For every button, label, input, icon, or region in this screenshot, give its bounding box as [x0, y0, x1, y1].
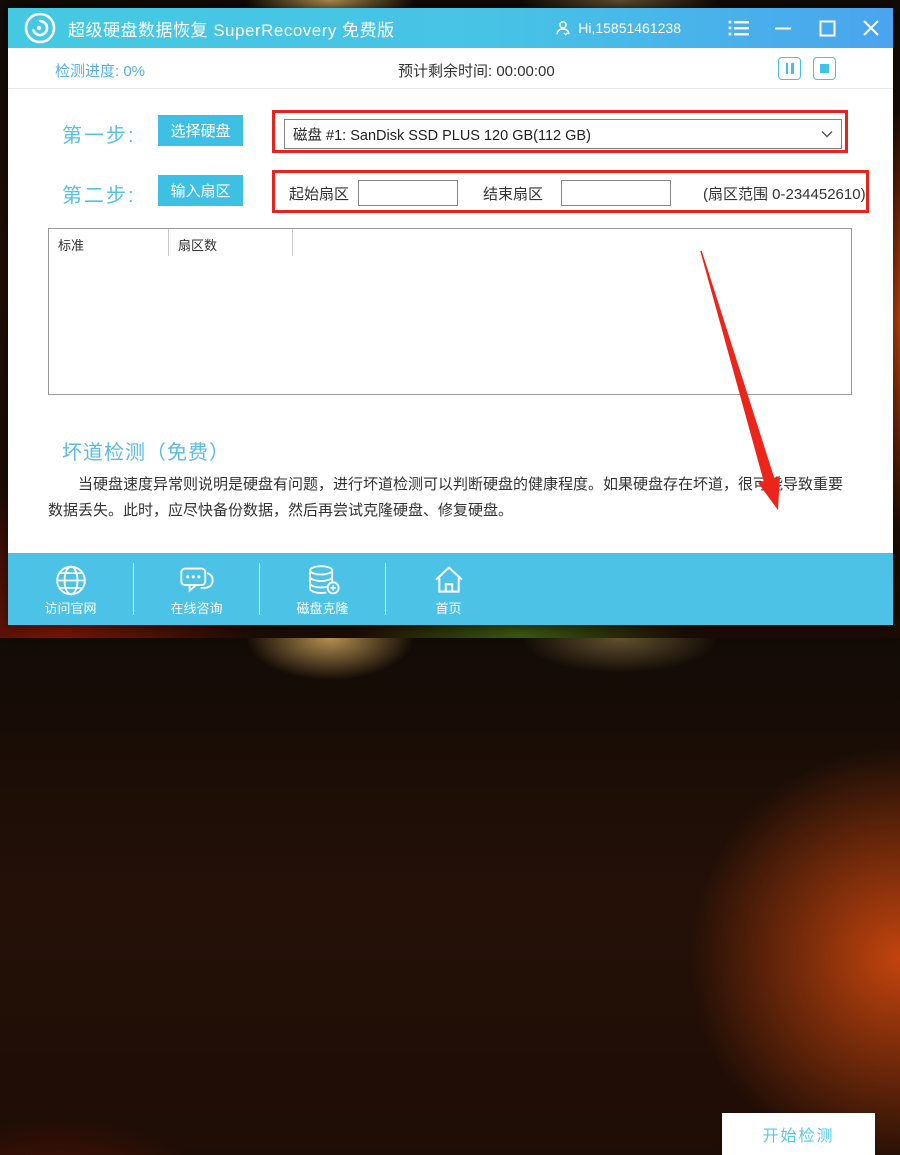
- sector-range-hint: (扇区范围 0-234452610): [703, 183, 866, 204]
- toolbar-label: 磁盘克隆: [296, 598, 348, 617]
- column-header-sector-count[interactable]: 扇区数: [169, 229, 293, 256]
- results-table: 标准 扇区数: [48, 228, 852, 395]
- step2-label: 第二步:: [62, 179, 136, 208]
- pause-button[interactable]: [778, 57, 801, 80]
- home-icon: [430, 563, 468, 598]
- column-header-standard[interactable]: 标准: [49, 229, 169, 256]
- select-disk-button[interactable]: 选择硬盘: [158, 115, 243, 146]
- app-logo-icon: [24, 12, 56, 44]
- disk-dropdown-value: 磁盘 #1: SanDisk SSD PLUS 120 GB(112 GB): [293, 124, 591, 145]
- chat-icon: [177, 563, 217, 598]
- title-bar: 超级硬盘数据恢复 SuperRecovery 免费版 Hi,1585146123…: [8, 8, 893, 48]
- end-sector-label: 结束扇区: [483, 183, 543, 204]
- window-title: 超级硬盘数据恢复 SuperRecovery 免费版: [68, 16, 395, 41]
- maximize-icon[interactable]: [805, 8, 849, 48]
- annotation-box-disk: 磁盘 #1: SanDisk SSD PLUS 120 GB(112 GB): [272, 110, 848, 153]
- table-header: 标准 扇区数: [49, 229, 851, 256]
- stop-button[interactable]: [813, 57, 836, 80]
- disk-dropdown[interactable]: 磁盘 #1: SanDisk SSD PLUS 120 GB(112 GB): [284, 119, 842, 149]
- close-icon[interactable]: [849, 8, 893, 48]
- globe-icon: [52, 563, 90, 598]
- minimize-icon[interactable]: [761, 8, 805, 48]
- user-icon: [554, 19, 572, 37]
- annotation-box-sector: 起始扇区 结束扇区 (扇区范围 0-234452610): [272, 170, 869, 213]
- toolbar-item-support[interactable]: 在线咨询: [134, 561, 259, 617]
- user-id-label: Hi,15851461238: [578, 20, 681, 36]
- start-scan-button[interactable]: 开始检测: [722, 1113, 875, 1155]
- stop-icon: [820, 64, 829, 73]
- start-sector-input[interactable]: [358, 180, 458, 206]
- user-account[interactable]: Hi,15851461238: [554, 19, 681, 37]
- progress-value: 0%: [123, 63, 145, 80]
- toolbar-item-home[interactable]: 首页: [386, 561, 511, 617]
- toolbar-label: 首页: [435, 598, 461, 617]
- toolbar-item-website[interactable]: 访问官网: [8, 561, 133, 617]
- start-sector-label: 起始扇区: [289, 183, 349, 204]
- input-sector-button[interactable]: 输入扇区: [158, 175, 243, 206]
- pause-icon: [786, 63, 794, 74]
- toolbar-label: 在线咨询: [170, 598, 222, 617]
- progress-row: 检测进度: 0% 预计剩余时间: 00:00:00: [8, 48, 893, 89]
- chevron-down-icon: [821, 130, 833, 138]
- step1-label: 第一步:: [62, 119, 136, 148]
- section-description: 当硬盘速度异常则说明是硬盘有问题，进行坏道检测可以判断硬盘的健康程度。如果硬盘存…: [48, 472, 847, 524]
- toolbar-label: 访问官网: [44, 598, 96, 617]
- eta-label: 预计剩余时间: 00:00:00: [398, 60, 555, 81]
- disk-clone-icon: [303, 563, 343, 598]
- scan-progress-label: 检测进度: 0%: [55, 60, 145, 81]
- section-title: 坏道检测（免费）: [62, 436, 230, 465]
- menu-list-icon[interactable]: [717, 8, 761, 48]
- toolbar-item-disk-clone[interactable]: 磁盘克隆: [260, 561, 385, 617]
- app-window: 超级硬盘数据恢复 SuperRecovery 免费版 Hi,1585146123…: [8, 8, 893, 625]
- end-sector-input[interactable]: [561, 180, 671, 206]
- bottom-toolbar: 访问官网 在线咨询 磁盘克隆: [8, 553, 893, 625]
